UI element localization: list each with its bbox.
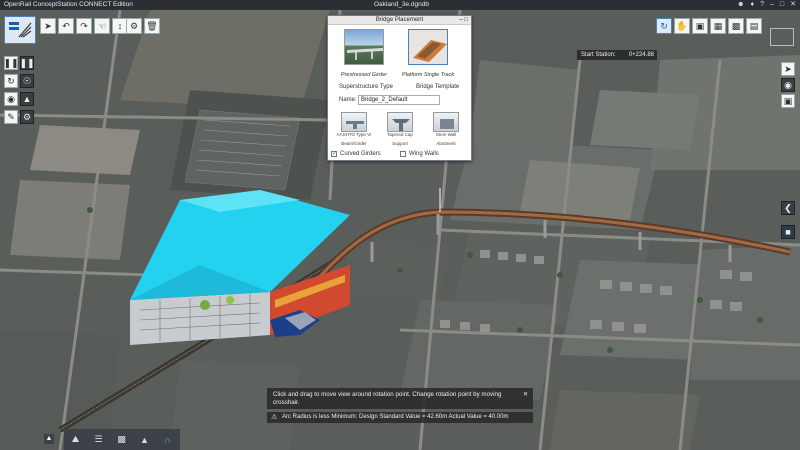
dialog-title: Bridge Placement	[375, 17, 424, 23]
undo-icon[interactable]: ↶	[58, 18, 74, 34]
image-icon[interactable]: ⛰	[64, 429, 87, 450]
delete-icon[interactable]: 🗑	[144, 18, 160, 34]
view-icon[interactable]: ◉	[4, 92, 18, 106]
pause-alt-icon[interactable]: ❚❚	[19, 56, 35, 70]
beam-girder-label: Beam/Girder	[341, 141, 367, 146]
user-icon[interactable]: ☻	[737, 0, 744, 10]
platform-single-track-thumbnail[interactable]	[408, 29, 448, 65]
close-dialog-icon[interactable]: □	[464, 17, 468, 23]
redo-icon[interactable]: ↷	[76, 18, 92, 34]
curved-girders-checkbox[interactable]: ✓	[331, 151, 337, 157]
start-station-value[interactable]: 0+224.88	[629, 50, 654, 60]
start-station-label: Start Station:	[581, 52, 616, 58]
pan-icon[interactable]: ☉	[20, 74, 34, 88]
hint-message: Click and drag to move view around rotat…	[267, 388, 533, 409]
start-station-readout[interactable]: Start Station: 0+224.88	[577, 50, 657, 60]
window-controls: ☻ ♦ ? – □ ✕	[737, 0, 796, 10]
compass-icon[interactable]: ➤	[781, 62, 795, 76]
pencil-icon[interactable]: ✎	[4, 110, 18, 124]
buildings-icon[interactable]: ▩	[110, 429, 133, 450]
gear-icon[interactable]: ⚙	[20, 110, 34, 124]
app-title: OpenRail ConceptStation CONNECT Edition	[4, 1, 133, 8]
abutment-thumbnail[interactable]	[433, 112, 459, 132]
orbit-icon[interactable]: ↻	[656, 18, 672, 34]
curved-girders-label: Curved Girders	[340, 151, 381, 157]
hand-pan-icon[interactable]: ✋	[674, 18, 690, 34]
layers-icon[interactable]: ☰	[87, 429, 110, 450]
chevron-up-icon[interactable]: ▲	[44, 434, 54, 444]
beam-girder-thumbnail[interactable]	[341, 112, 367, 132]
wing-walls-label: Wing Walls	[409, 151, 439, 157]
pointer-icon[interactable]: ☜	[94, 18, 110, 34]
stem-wall-caption: Stem Wall	[435, 132, 457, 137]
railway-logo-icon	[9, 22, 32, 38]
view-cube[interactable]	[770, 28, 794, 46]
hint-text: Click and drag to move view around rotat…	[273, 391, 502, 406]
warning-message: ⚠ Arc Radius is less Minimum: Design Sta…	[267, 412, 533, 423]
close-hint-icon[interactable]: ✕	[523, 391, 528, 399]
rotate-icon[interactable]: ↻	[4, 74, 18, 88]
platform-single-track-caption: Platform Single Track	[401, 72, 455, 78]
support-thumbnail[interactable]	[387, 112, 413, 132]
warning-text: Arc Radius is less Minimum: Design Stand…	[282, 414, 509, 420]
superstructure-type-label: Superstructure Type	[339, 84, 393, 90]
prestressed-girder-caption: Prestressed Girder	[340, 72, 388, 78]
warning-icon: ⚠	[271, 414, 278, 421]
prestressed-girder-thumbnail[interactable]	[344, 29, 384, 65]
minimize-icon[interactable]: –	[770, 0, 774, 10]
name-label: Name:	[339, 97, 357, 103]
bridge-template-label: Bridge Template	[416, 84, 460, 90]
name-field[interactable]: Bridge_2_Default	[358, 95, 440, 105]
title-bar: OpenRail ConceptStation CONNECT Edition …	[0, 0, 800, 10]
camera-icon[interactable]: ▣	[781, 94, 795, 108]
table-icon[interactable]: ▤	[746, 18, 762, 34]
aashto-type-caption: AASHTO Type VI	[336, 132, 372, 137]
dialog-header: Bridge Placement – □	[328, 16, 471, 25]
bell-icon[interactable]: ♦	[751, 0, 755, 10]
minimize-dialog-icon[interactable]: –	[459, 17, 462, 23]
tapered-cap-caption: Tapered Cap	[387, 132, 413, 137]
wing-walls-checkbox[interactable]	[400, 151, 406, 157]
select-icon[interactable]: ➤	[40, 18, 56, 34]
close-icon[interactable]: ✕	[790, 0, 796, 10]
home-logo-button[interactable]	[4, 16, 36, 44]
bottom-toolbar: ⛰ ☰ ▩ ▲ ∩	[64, 429, 180, 450]
calendar-icon[interactable]: ▦	[710, 18, 726, 34]
grid-icon[interactable]: ▩	[728, 18, 744, 34]
file-name: Oakland_3e.dgndb	[374, 1, 429, 8]
bridge-icon[interactable]: ∩	[156, 429, 179, 450]
layer-icon[interactable]: ▲	[20, 92, 34, 106]
settings-icon[interactable]: ⚙	[126, 18, 142, 34]
eye-icon[interactable]: ◉	[781, 78, 795, 92]
help-icon[interactable]: ?	[760, 0, 764, 10]
panel-toggle-icon[interactable]: ❮	[781, 201, 795, 215]
panel-tab-icon[interactable]: ■	[781, 225, 795, 239]
window-view-icon[interactable]: ▣	[692, 18, 708, 34]
maximize-icon[interactable]: □	[780, 0, 784, 10]
pause-icon[interactable]: ❚❚	[3, 56, 19, 70]
abutment-label: Abutment	[436, 141, 456, 146]
support-label: Support	[392, 141, 408, 146]
terrain-icon[interactable]: ▲	[133, 429, 156, 450]
